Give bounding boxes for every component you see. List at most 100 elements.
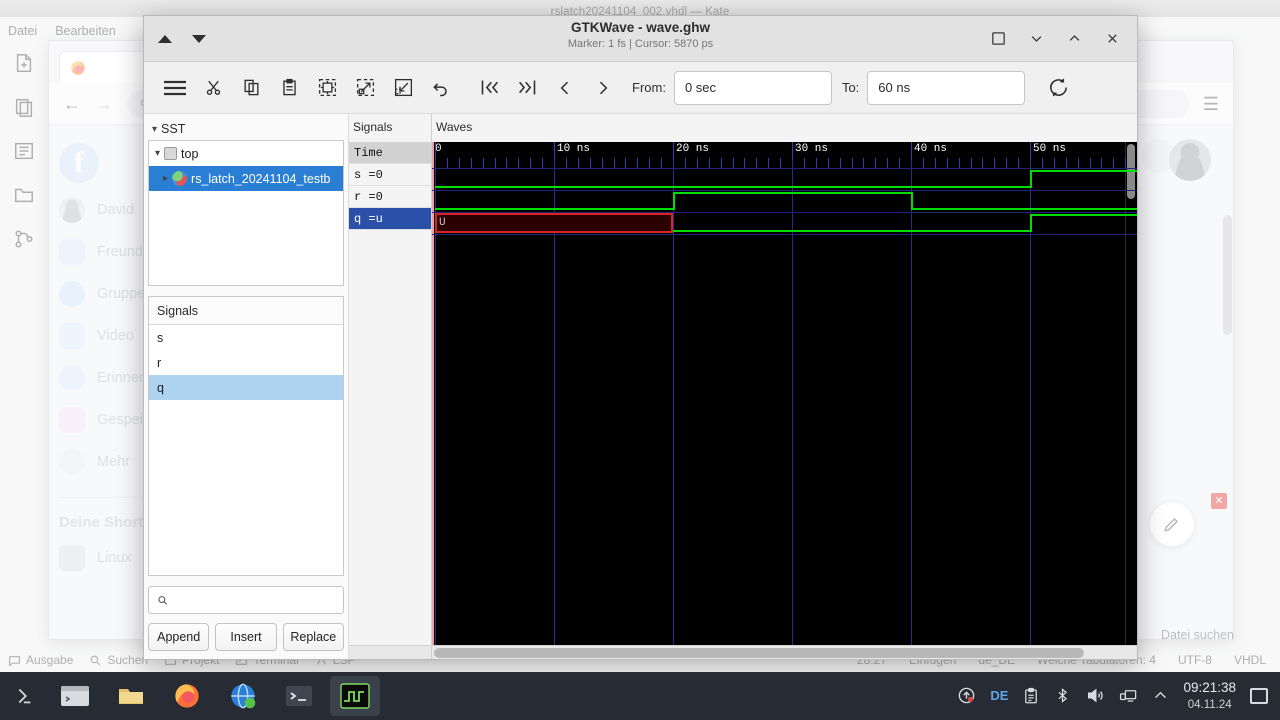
- git-icon[interactable]: [13, 228, 35, 250]
- tree-item-rs-latch-testbench[interactable]: ▸ rs_latch_20241104_testb: [149, 166, 343, 191]
- maximize-icon[interactable]: [987, 28, 1009, 50]
- folder-icon[interactable]: [13, 184, 35, 206]
- taskbar-firefox-icon[interactable]: [162, 676, 212, 716]
- kate-status-suchen[interactable]: Suchen: [89, 653, 148, 667]
- wave-trace-r[interactable]: [432, 190, 1137, 212]
- wave-canvas[interactable]: 010 ns20 ns30 ns40 ns50 nsU: [432, 142, 1137, 645]
- ruler-minor-tick: [518, 158, 519, 168]
- firefox-menu-icon[interactable]: ☰: [1203, 95, 1219, 113]
- ruler-minor-tick: [709, 158, 710, 168]
- taskbar-wave-icon[interactable]: [330, 676, 380, 716]
- wave-horizontal-scroll-thumb[interactable]: [434, 648, 1084, 658]
- zoom-out-icon[interactable]: [346, 71, 384, 105]
- undo-icon[interactable]: [422, 71, 460, 105]
- facebook-rail-label: Mehr: [97, 454, 130, 470]
- facebook-compose-button[interactable]: [1149, 501, 1195, 547]
- taskbar-console-icon[interactable]: [274, 676, 324, 716]
- wave-name-r[interactable]: r =0: [349, 186, 431, 208]
- back-arrow-icon[interactable]: ←: [63, 95, 81, 113]
- app-launcher-icon[interactable]: [0, 685, 46, 707]
- updates-icon[interactable]: [957, 686, 976, 705]
- sst-tree[interactable]: ▾ top ▸ rs_latch_20241104_testb: [148, 140, 344, 286]
- chevron-down-icon[interactable]: ▾: [155, 148, 160, 159]
- wave-trace-s[interactable]: [432, 168, 1137, 190]
- wave-names-hscrollbar[interactable]: [349, 645, 431, 659]
- triangle-up-icon[interactable]: [158, 35, 172, 43]
- copy-icon[interactable]: [232, 71, 270, 105]
- cube-icon: [164, 147, 177, 160]
- triangle-down-icon[interactable]: [192, 35, 206, 43]
- restore-icon[interactable]: [1063, 28, 1085, 50]
- chevron-down-icon[interactable]: ▾: [152, 124, 157, 135]
- chevron-right-icon[interactable]: ▸: [163, 173, 168, 184]
- wave-horizontal-scrollbar[interactable]: [432, 645, 1137, 659]
- wave-signal-names-panel[interactable]: Signals Time s =0 r =0 q =u: [349, 114, 432, 659]
- kate-encoding[interactable]: UTF-8: [1178, 653, 1212, 667]
- to-input[interactable]: 60 ns: [867, 71, 1025, 105]
- gtkwave-toolbar[interactable]: From: 0 sec To: 60 ns: [144, 62, 1137, 114]
- sst-header[interactable]: ▾ SST: [148, 120, 344, 140]
- show-desktop-icon[interactable]: [1250, 688, 1268, 704]
- kate-menu-datei[interactable]: Datei: [8, 24, 37, 38]
- prev-edge-icon[interactable]: [546, 71, 584, 105]
- copy-icon[interactable]: [13, 96, 35, 118]
- clock[interactable]: 09:21:38 04.11.24: [1183, 680, 1236, 712]
- ruler-minor-tick: [721, 158, 722, 168]
- close-icon[interactable]: ✕: [1211, 493, 1227, 509]
- cut-icon[interactable]: [194, 71, 232, 105]
- taskbar-files-icon[interactable]: [106, 676, 156, 716]
- next-edge-icon[interactable]: [584, 71, 622, 105]
- hamburger-menu-icon[interactable]: [156, 71, 194, 105]
- kate-menu-bearbeiten[interactable]: Bearbeiten: [55, 24, 115, 38]
- screen: rslatch20241104_002.vhdl — Kate Datei Be…: [0, 0, 1280, 720]
- kate-syntax-mode[interactable]: VHDL: [1234, 653, 1266, 667]
- signal-list-item-q[interactable]: q: [149, 375, 343, 400]
- kate-status-ausgabe[interactable]: Ausgabe: [8, 653, 73, 667]
- chevron-up-icon[interactable]: [1152, 687, 1169, 704]
- taskbar-gtkwave-globe-icon[interactable]: [218, 676, 268, 716]
- kate-sidebar-icons[interactable]: [6, 52, 42, 250]
- gtkwave-window[interactable]: GTKWave - wave.ghw Marker: 1 fs | Cursor…: [143, 15, 1138, 660]
- signals-list-box[interactable]: Signals s r q: [148, 296, 344, 576]
- replace-button[interactable]: Replace: [283, 623, 344, 651]
- jump-end-icon[interactable]: [508, 71, 546, 105]
- tree-item-top[interactable]: ▾ top: [149, 141, 343, 166]
- minimize-icon[interactable]: [1025, 28, 1047, 50]
- from-input[interactable]: 0 sec: [674, 71, 832, 105]
- close-icon[interactable]: [1101, 28, 1123, 50]
- wave-name-s[interactable]: s =0: [349, 164, 431, 186]
- clipboard-icon[interactable]: [1022, 687, 1040, 705]
- network-icon[interactable]: [1119, 686, 1138, 705]
- insert-button[interactable]: Insert: [215, 623, 276, 651]
- taskbar[interactable]: DE 09:21:38 04.11.24: [0, 672, 1280, 720]
- gtkwave-titlebar[interactable]: GTKWave - wave.ghw Marker: 1 fs | Cursor…: [144, 16, 1137, 62]
- bluetooth-icon[interactable]: [1054, 686, 1071, 705]
- taskbar-app-buttons[interactable]: [46, 676, 380, 716]
- wave-edge: [1030, 214, 1032, 232]
- new-file-icon[interactable]: [13, 52, 35, 74]
- sst-label: SST: [161, 122, 185, 136]
- volume-icon[interactable]: [1085, 686, 1105, 705]
- ruler-minor-tick: [661, 158, 662, 168]
- keyboard-language-indicator[interactable]: DE: [990, 688, 1008, 703]
- signal-filter-input[interactable]: [175, 593, 335, 607]
- wave-trace-q[interactable]: U: [432, 212, 1137, 234]
- ruler-minor-tick: [530, 158, 531, 168]
- signal-list-item-s[interactable]: s: [149, 325, 343, 350]
- append-button[interactable]: Append: [148, 623, 209, 651]
- ruler-minor-tick: [649, 158, 650, 168]
- signal-filter-box[interactable]: [148, 586, 344, 614]
- list-icon[interactable]: [13, 140, 35, 162]
- reload-icon[interactable]: [1039, 71, 1077, 105]
- signal-list-item-r[interactable]: r: [149, 350, 343, 375]
- forward-arrow-icon[interactable]: →: [95, 95, 113, 113]
- paste-icon[interactable]: [270, 71, 308, 105]
- wave-name-q[interactable]: q =u: [349, 208, 431, 230]
- zoom-fit-icon[interactable]: [308, 71, 346, 105]
- ruler-minor-tick: [947, 158, 948, 168]
- wave-row-separator: [432, 168, 1137, 169]
- taskbar-terminal-icon[interactable]: [50, 676, 100, 716]
- jump-start-icon[interactable]: [470, 71, 508, 105]
- system-tray[interactable]: DE 09:21:38 04.11.24: [957, 680, 1280, 712]
- zoom-in-icon[interactable]: [384, 71, 422, 105]
